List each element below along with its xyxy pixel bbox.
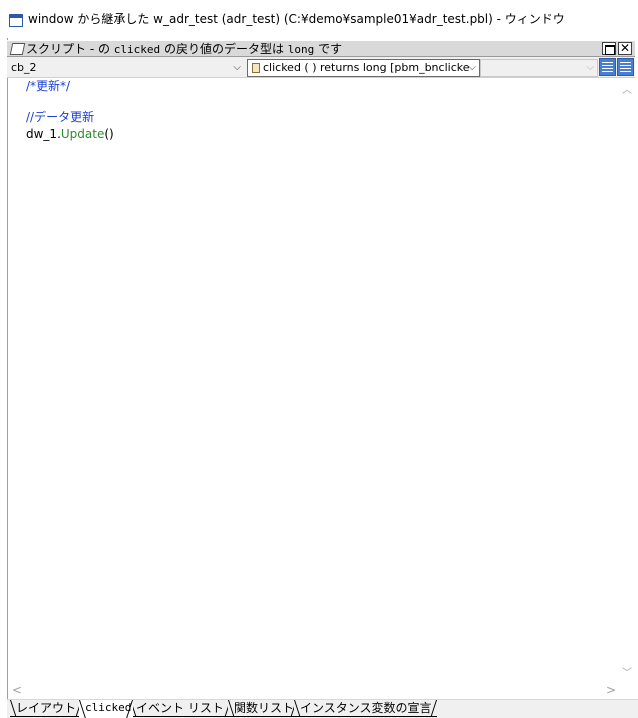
event-select-value: clicked ( ) returns long [pbm_bnclicke (263, 61, 470, 74)
header-prefix: スクリプト - の (26, 42, 114, 56)
painter-tab-bar: レイアウト イベント リスト 関数リスト インスタンス変数の宣言 clicked (7, 699, 638, 718)
script-split-icon[interactable] (617, 58, 634, 76)
tab-event-list[interactable]: イベント リスト (130, 700, 231, 717)
ancestor-select[interactable]: ⌵ (480, 59, 598, 77)
vertical-scrollbar[interactable]: ︿ ﹀ (618, 78, 635, 682)
script-list-icon[interactable] (599, 58, 616, 76)
tab-function-list[interactable]: 関数リスト (228, 700, 297, 717)
tab-layout[interactable]: レイアウト (10, 700, 82, 717)
scroll-right-icon[interactable]: > (606, 683, 616, 697)
scroll-down-icon[interactable]: ﹀ (622, 664, 632, 679)
scroll-left-icon[interactable]: < (12, 683, 22, 697)
code-object: dw_1. (26, 127, 61, 141)
scroll-up-icon[interactable]: ︿ (622, 81, 632, 96)
horizontal-scrollbar[interactable]: < > (8, 682, 618, 699)
tab-instance-variables[interactable]: インスタンス変数の宣言 (294, 700, 437, 717)
chevron-down-icon: ⌵ (233, 62, 241, 73)
object-select[interactable]: cb_2 ⌵ (9, 59, 245, 77)
code-line-comment: /*更新*/ (26, 79, 71, 93)
code-line-statement: dw_1.Update() (26, 126, 114, 142)
script-doc-icon (9, 43, 26, 55)
restore-icon[interactable] (602, 42, 616, 55)
window-title: window から継承した w_adr_test (adr_test) (C:¥… (28, 12, 565, 26)
close-icon[interactable]: ✕ (618, 42, 632, 55)
header-return-type: long (287, 43, 315, 56)
tab-clicked[interactable]: clicked (79, 700, 133, 718)
code-line-comment: //データ更新 (26, 110, 95, 124)
code-editor[interactable]: /*更新*/ //データ更新 dw_1.Update() (8, 78, 618, 682)
header-event-name: clicked (113, 43, 161, 56)
window-icon (9, 14, 23, 27)
header-suffix: です (314, 42, 343, 56)
code-function: Update (60, 127, 105, 141)
event-select[interactable]: clicked ( ) returns long [pbm_bnclicke ⌵ (247, 59, 480, 77)
header-middle: の戻り値のデータ型は (160, 42, 288, 56)
script-toolbar: cb_2 ⌵ clicked ( ) returns long [pbm_bnc… (7, 57, 635, 78)
script-header-text: スクリプト - の clicked の戻り値のデータ型は long です (26, 42, 342, 57)
code-args: () (104, 127, 114, 141)
object-select-value: cb_2 (11, 61, 37, 74)
script-header: スクリプト - の clicked の戻り値のデータ型は long です ✕ (7, 40, 635, 57)
event-script-icon (252, 63, 260, 73)
chevron-down-icon: ⌵ (586, 62, 594, 73)
window-title-bar[interactable]: window から継承した w_adr_test (adr_test) (C:¥… (0, 0, 638, 38)
chevron-down-icon: ⌵ (468, 62, 476, 73)
